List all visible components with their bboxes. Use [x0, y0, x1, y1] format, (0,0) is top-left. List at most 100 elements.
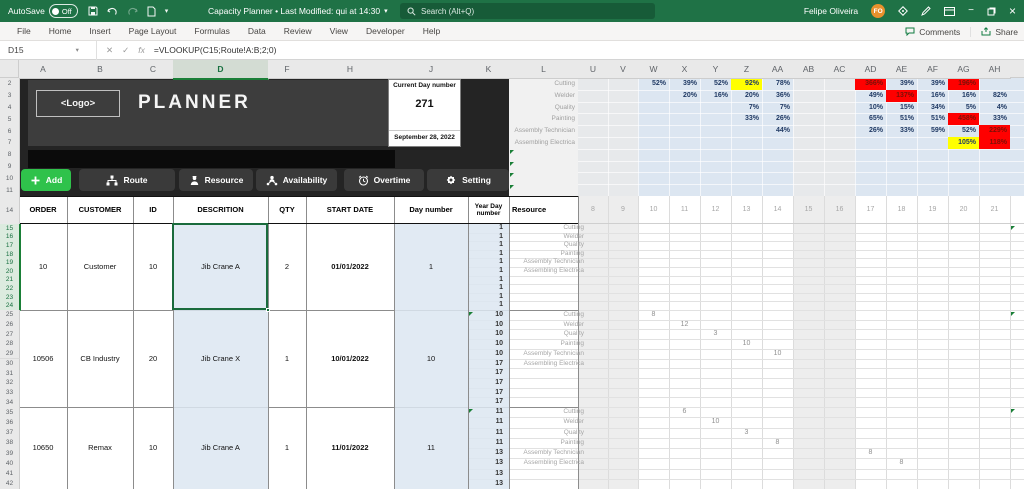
- utilization-cell-AG7[interactable]: 105%: [948, 137, 979, 149]
- order-cell[interactable]: 11: [394, 443, 468, 453]
- year-day-cell[interactable]: 1: [468, 250, 503, 259]
- gantt-hours-cell[interactable]: 6: [669, 407, 700, 417]
- utilization-cell-AG6[interactable]: 52%: [948, 125, 979, 137]
- column-header-H[interactable]: H: [306, 60, 395, 79]
- utilization-cell-W2[interactable]: 52%: [638, 78, 669, 90]
- year-day-cell[interactable]: 10: [468, 339, 503, 349]
- column-header-AA[interactable]: AA: [762, 60, 794, 79]
- utilization-cell-AF2[interactable]: 39%: [917, 78, 948, 90]
- column-header-C[interactable]: C: [133, 60, 174, 79]
- utilization-cell-AH5[interactable]: 33%: [979, 113, 1010, 125]
- column-header-W[interactable]: W: [638, 60, 670, 79]
- utilization-cell-AE2[interactable]: 39%: [886, 78, 917, 90]
- gantt-hours-cell[interactable]: 10: [700, 417, 731, 427]
- year-day-cell[interactable]: 17: [468, 397, 503, 407]
- order-cell[interactable]: 11/01/2022: [306, 443, 394, 453]
- year-day-cell[interactable]: 1: [468, 301, 503, 310]
- year-day-cell[interactable]: 1: [468, 258, 503, 267]
- order-cell[interactable]: 1: [268, 354, 306, 364]
- order-cell[interactable]: Jib Crane X: [173, 354, 268, 364]
- year-day-cell[interactable]: 11: [468, 407, 503, 417]
- utilization-cell-AA3[interactable]: 36%: [762, 90, 793, 102]
- gantt-hours-cell[interactable]: 3: [700, 329, 731, 339]
- column-header-partial[interactable]: [1010, 60, 1024, 78]
- order-cell[interactable]: 10506: [19, 354, 67, 364]
- year-day-cell[interactable]: 1: [468, 276, 503, 285]
- column-header-J[interactable]: J: [394, 60, 469, 79]
- select-all-corner[interactable]: [0, 60, 19, 78]
- resource-button[interactable]: Resource: [179, 169, 253, 191]
- utilization-cell-AD6[interactable]: 26%: [855, 125, 886, 137]
- utilization-cell-AH4[interactable]: 4%: [979, 102, 1010, 114]
- order-cell[interactable]: 20: [133, 354, 173, 364]
- order-cell[interactable]: CB Industry: [67, 354, 133, 364]
- gantt-hours-cell[interactable]: 12: [669, 320, 700, 330]
- gantt-hours-cell[interactable]: 10: [731, 339, 762, 349]
- gantt-hours-cell[interactable]: 3: [731, 428, 762, 438]
- utilization-cell-AA4[interactable]: 7%: [762, 102, 793, 114]
- order-cell[interactable]: 1: [394, 262, 468, 272]
- year-day-cell[interactable]: 1: [468, 293, 503, 302]
- order-cell[interactable]: 10: [19, 262, 67, 272]
- utilization-cell-Z4[interactable]: 7%: [731, 102, 762, 114]
- column-header-Y[interactable]: Y: [700, 60, 732, 79]
- order-cell[interactable]: 10650: [19, 443, 67, 453]
- year-day-cell[interactable]: 1: [468, 284, 503, 293]
- order-cell[interactable]: 2: [268, 262, 306, 272]
- utilization-cell-AH6[interactable]: 229%: [979, 125, 1010, 137]
- column-header-K[interactable]: K: [468, 60, 510, 79]
- utilization-cell-AA5[interactable]: 26%: [762, 113, 793, 125]
- year-day-cell[interactable]: 17: [468, 359, 503, 369]
- utilization-cell-AF6[interactable]: 59%: [917, 125, 948, 137]
- year-day-cell[interactable]: 13: [468, 448, 503, 458]
- year-day-cell[interactable]: 11: [468, 417, 503, 427]
- route-button[interactable]: Route: [79, 169, 175, 191]
- year-day-cell[interactable]: 10: [468, 329, 503, 339]
- order-cell[interactable]: 10: [394, 354, 468, 364]
- column-header-AF[interactable]: AF: [917, 60, 949, 79]
- year-day-cell[interactable]: 13: [468, 479, 503, 489]
- utilization-cell-AE4[interactable]: 15%: [886, 102, 917, 114]
- year-day-cell[interactable]: 10: [468, 320, 503, 330]
- utilization-cell-AH3[interactable]: 82%: [979, 90, 1010, 102]
- column-header-AE[interactable]: AE: [886, 60, 918, 79]
- utilization-cell-AA2[interactable]: 78%: [762, 78, 793, 90]
- utilization-cell-AD5[interactable]: 65%: [855, 113, 886, 125]
- row-header-14[interactable]: 14: [0, 196, 20, 225]
- column-header-V[interactable]: V: [608, 60, 639, 79]
- utilization-cell-X3[interactable]: 20%: [669, 90, 700, 102]
- utilization-cell-AG3[interactable]: 16%: [948, 90, 979, 102]
- year-day-cell[interactable]: 10: [468, 349, 503, 359]
- utilization-cell-AD3[interactable]: 49%: [855, 90, 886, 102]
- column-header-AD[interactable]: AD: [855, 60, 887, 79]
- utilization-cell-Z2[interactable]: 92%: [731, 78, 762, 90]
- gantt-hours-cell[interactable]: 8: [886, 458, 917, 468]
- overtime-button[interactable]: Overtime: [344, 169, 424, 191]
- order-cell[interactable]: Jib Crane A: [173, 443, 268, 453]
- gantt-hours-cell[interactable]: 8: [638, 310, 669, 320]
- utilization-cell-AD4[interactable]: 10%: [855, 102, 886, 114]
- add-button[interactable]: Add: [21, 169, 71, 191]
- utilization-cell-AA6[interactable]: 44%: [762, 125, 793, 137]
- gantt-hours-cell[interactable]: 10: [762, 349, 793, 359]
- year-day-cell[interactable]: 13: [468, 469, 503, 479]
- column-header-X[interactable]: X: [669, 60, 701, 79]
- utilization-cell-AG4[interactable]: 5%: [948, 102, 979, 114]
- year-day-cell[interactable]: 13: [468, 458, 503, 468]
- utilization-cell-AE5[interactable]: 51%: [886, 113, 917, 125]
- year-day-cell[interactable]: 10: [468, 310, 503, 320]
- year-day-cell[interactable]: 1: [468, 224, 503, 233]
- order-cell[interactable]: 01/01/2022: [306, 262, 394, 272]
- year-day-cell[interactable]: 1: [468, 267, 503, 276]
- column-header-U[interactable]: U: [578, 60, 609, 79]
- utilization-cell-AH7[interactable]: 118%: [979, 137, 1010, 149]
- year-day-cell[interactable]: 1: [468, 233, 503, 242]
- selection-fill-handle[interactable]: [266, 308, 270, 312]
- order-cell[interactable]: 1: [268, 443, 306, 453]
- selected-cell-outline[interactable]: [172, 223, 268, 310]
- utilization-cell-AF5[interactable]: 51%: [917, 113, 948, 125]
- availability-button[interactable]: Availability: [256, 169, 337, 191]
- utilization-cell-AF4[interactable]: 34%: [917, 102, 948, 114]
- utilization-cell-AF3[interactable]: 16%: [917, 90, 948, 102]
- column-header-A[interactable]: A: [19, 60, 68, 79]
